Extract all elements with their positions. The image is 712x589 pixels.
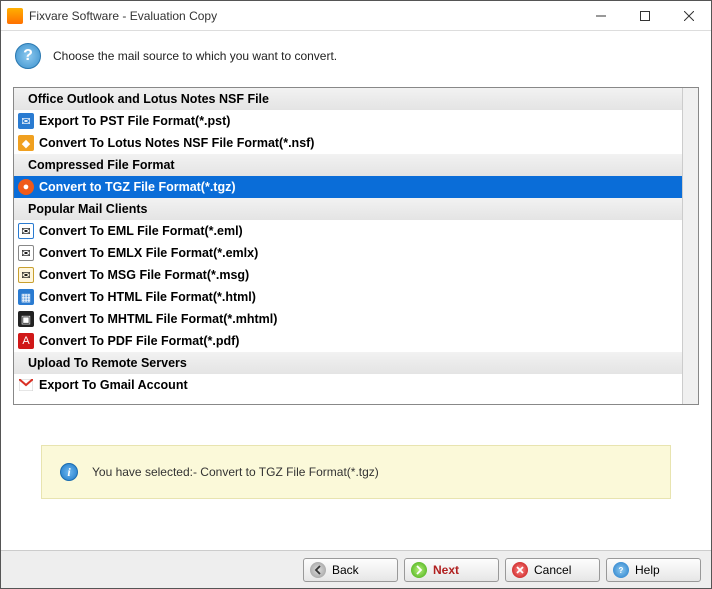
maximize-button[interactable] — [623, 1, 667, 31]
list-item[interactable]: ▦ Convert To HTML File Format(*.html) — [14, 286, 682, 308]
info-icon: i — [60, 463, 78, 481]
list-item-label: Convert To EMLX File Format(*.emlx) — [39, 246, 258, 260]
list-header: Compressed File Format — [14, 154, 682, 176]
list-item[interactable]: ▣ Convert To MHTML File Format(*.mhtml) — [14, 308, 682, 330]
list-item-label: Convert To HTML File Format(*.html) — [39, 290, 256, 304]
html-icon: ▦ — [18, 289, 34, 305]
list-item-label: Convert to TGZ File Format(*.tgz) — [39, 180, 236, 194]
question-icon: ? — [15, 43, 41, 69]
close-button[interactable] — [667, 1, 711, 31]
list-item[interactable]: ✉ Export To PST File Format(*.pst) — [14, 110, 682, 132]
instruction-bar: ? Choose the mail source to which you wa… — [1, 31, 711, 87]
cancel-icon — [512, 562, 528, 578]
list-item-label: Convert To PDF File Format(*.pdf) — [39, 334, 239, 348]
selection-notice: i You have selected:- Convert to TGZ Fil… — [41, 445, 671, 499]
wizard-footer: Back Next Cancel ? Help — [1, 550, 711, 588]
list-item[interactable]: ✉ Convert To EMLX File Format(*.emlx) — [14, 242, 682, 264]
list-item[interactable]: Export To Gmail Account — [14, 374, 682, 396]
list-item[interactable]: ◆ Convert To Lotus Notes NSF File Format(… — [14, 132, 682, 154]
help-label: Help — [635, 563, 660, 577]
list-header-label: Upload To Remote Servers — [18, 356, 187, 370]
list-header-label: Compressed File Format — [18, 158, 175, 172]
notice-text: You have selected:- Convert to TGZ File … — [92, 465, 379, 479]
list-header: Office Outlook and Lotus Notes NSF File — [14, 88, 682, 110]
msg-icon: ✉ — [18, 267, 34, 283]
svg-text:?: ? — [619, 566, 624, 575]
emlx-icon: ✉ — [18, 245, 34, 261]
list-item[interactable]: ● Convert to TGZ File Format(*.tgz) — [14, 176, 682, 198]
instruction-text: Choose the mail source to which you want… — [53, 49, 337, 63]
pst-icon: ✉ — [18, 113, 34, 129]
list-item-label: Export To PST File Format(*.pst) — [39, 114, 230, 128]
window-title: Fixvare Software - Evaluation Copy — [29, 9, 579, 23]
scrollbar[interactable] — [682, 88, 698, 404]
format-list: Office Outlook and Lotus Notes NSF File ✉… — [13, 87, 699, 405]
cancel-button[interactable]: Cancel — [505, 558, 600, 582]
pdf-icon: A — [18, 333, 34, 349]
list-item[interactable]: ✉ Convert To EML File Format(*.eml) — [14, 220, 682, 242]
list-item-label: Convert To MSG File Format(*.msg) — [39, 268, 249, 282]
cancel-label: Cancel — [534, 563, 571, 577]
list-item-label: Convert To EML File Format(*.eml) — [39, 224, 243, 238]
eml-icon: ✉ — [18, 223, 34, 239]
back-button[interactable]: Back — [303, 558, 398, 582]
tgz-icon: ● — [18, 179, 34, 195]
list-item[interactable]: ✉ Convert To MSG File Format(*.msg) — [14, 264, 682, 286]
back-label: Back — [332, 563, 359, 577]
list-item-label: Convert To MHTML File Format(*.mhtml) — [39, 312, 277, 326]
next-button[interactable]: Next — [404, 558, 499, 582]
list-item-label: Export To Gmail Account — [39, 378, 188, 392]
list-header: Popular Mail Clients — [14, 198, 682, 220]
minimize-button[interactable] — [579, 1, 623, 31]
help-button[interactable]: ? Help — [606, 558, 701, 582]
titlebar: Fixvare Software - Evaluation Copy — [1, 1, 711, 31]
list-header-label: Office Outlook and Lotus Notes NSF File — [18, 92, 269, 106]
next-label: Next — [433, 563, 459, 577]
list-header-label: Popular Mail Clients — [18, 202, 147, 216]
mhtml-icon: ▣ — [18, 311, 34, 327]
gmail-icon — [18, 377, 34, 393]
list-header: Upload To Remote Servers — [14, 352, 682, 374]
help-icon: ? — [613, 562, 629, 578]
app-icon — [7, 8, 23, 24]
list-item-label: Convert To Lotus Notes NSF File Format(*… — [39, 136, 314, 150]
back-icon — [310, 562, 326, 578]
nsf-icon: ◆ — [18, 135, 34, 151]
list-item[interactable]: A Convert To PDF File Format(*.pdf) — [14, 330, 682, 352]
next-icon — [411, 562, 427, 578]
